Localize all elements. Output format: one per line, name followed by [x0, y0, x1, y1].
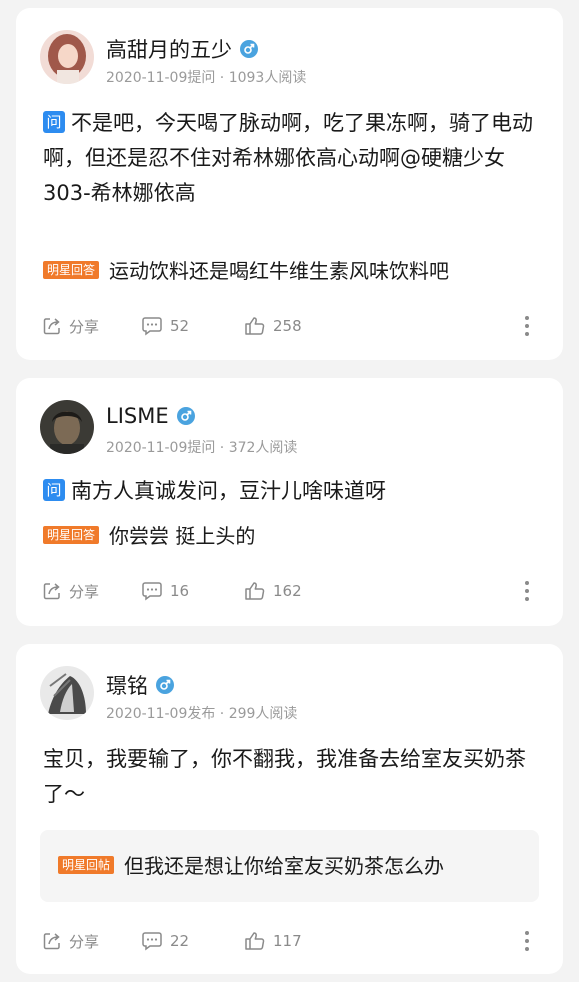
- username[interactable]: 璟铭: [106, 670, 174, 700]
- question-text[interactable]: 问不是吧，今天喝了脉动啊，吃了果冻啊，骑了电动啊，但还是忍不住对希林娜依高心动啊…: [43, 106, 541, 211]
- share-button[interactable]: 分享: [42, 313, 99, 339]
- post-meta: 2020-11-09发布 · 299人阅读: [106, 706, 298, 722]
- post-text[interactable]: 宝贝，我要输了，你不翻我，我准备去给室友买奶茶了～: [43, 742, 541, 812]
- post-meta: 2020-11-09提问 · 372人阅读: [106, 440, 298, 456]
- star-reply-box[interactable]: 明星回帖 但我还是想让你给室友买奶茶怎么办: [40, 830, 539, 902]
- star-answer[interactable]: 明星回答 你尝尝 挺上头的: [43, 521, 541, 551]
- username-text[interactable]: LISME: [106, 404, 169, 428]
- share-label: 分享: [69, 317, 100, 336]
- comment-icon: [142, 932, 162, 951]
- comment-count: 52: [170, 317, 190, 335]
- more-icon: [525, 581, 529, 601]
- comment-icon: [142, 582, 162, 601]
- like-icon: [245, 317, 265, 335]
- share-label: 分享: [69, 932, 100, 951]
- username[interactable]: 高甜月的五少: [106, 34, 258, 64]
- more-button[interactable]: [524, 928, 537, 954]
- like-count: 117: [273, 932, 302, 950]
- share-button[interactable]: 分享: [42, 578, 99, 604]
- username[interactable]: LISME: [106, 404, 195, 428]
- star-answer[interactable]: 明星回答 运动饮料还是喝红牛维生素风味饮料吧: [43, 256, 541, 286]
- like-icon: [245, 582, 265, 600]
- star-answer-badge: 明星回答: [43, 526, 100, 544]
- post-meta: 2020-11-09提问 · 1093人阅读: [106, 70, 307, 86]
- like-icon: [245, 932, 265, 950]
- more-icon: [525, 931, 529, 951]
- male-icon: [240, 40, 258, 58]
- share-icon: [43, 933, 60, 950]
- more-button[interactable]: [524, 578, 537, 604]
- male-icon: [176, 407, 195, 425]
- comment-button[interactable]: 52: [141, 313, 189, 339]
- star-answer-badge: 明星回答: [43, 261, 100, 279]
- star-reply: 明星回帖 但我还是想让你给室友买奶茶怎么办: [58, 851, 517, 881]
- avatar[interactable]: [40, 30, 94, 84]
- post-card[interactable]: LISME 2020-11-09提问 · 372人阅读 问南方人真诚发问，豆汁儿…: [16, 378, 563, 626]
- comment-count: 22: [170, 932, 190, 950]
- avatar[interactable]: [40, 666, 94, 720]
- share-icon: [43, 318, 60, 335]
- avatar[interactable]: [40, 400, 94, 454]
- action-bar: 分享 52 258: [16, 313, 563, 339]
- comment-icon: [142, 317, 162, 336]
- question-badge: 问: [43, 111, 65, 133]
- username-text[interactable]: 高甜月的五少: [106, 34, 232, 64]
- question-body: 不是吧，今天喝了脉动啊，吃了果冻啊，骑了电动啊，但还是忍不住对希林娜依高心动啊@…: [43, 111, 533, 205]
- like-count: 162: [273, 582, 302, 600]
- more-button[interactable]: [524, 313, 537, 339]
- more-icon: [525, 316, 529, 336]
- action-bar: 分享 22 117: [16, 928, 563, 954]
- question-body: 南方人真诚发问，豆汁儿啥味道呀: [71, 479, 386, 503]
- comment-count: 16: [170, 582, 190, 600]
- like-button[interactable]: 162: [244, 578, 302, 604]
- male-icon: [156, 676, 174, 694]
- share-icon: [43, 583, 60, 600]
- answer-body: 你尝尝 挺上头的: [109, 524, 256, 548]
- username-text[interactable]: 璟铭: [106, 670, 148, 700]
- comment-button[interactable]: 16: [141, 578, 189, 604]
- answer-body: 运动饮料还是喝红牛维生素风味饮料吧: [109, 259, 450, 283]
- post-card[interactable]: 璟铭 2020-11-09发布 · 299人阅读 宝贝，我要输了，你不翻我，我准…: [16, 644, 563, 974]
- like-button[interactable]: 258: [244, 313, 302, 339]
- action-bar: 分享 16 162: [16, 578, 563, 604]
- share-label: 分享: [69, 582, 100, 601]
- like-button[interactable]: 117: [244, 928, 302, 954]
- comment-button[interactable]: 22: [141, 928, 189, 954]
- share-button[interactable]: 分享: [42, 928, 99, 954]
- reply-body: 但我还是想让你给室友买奶茶怎么办: [124, 854, 445, 878]
- like-count: 258: [273, 317, 302, 335]
- post-card[interactable]: 高甜月的五少 2020-11-09提问 · 1093人阅读 问不是吧，今天喝了脉…: [16, 8, 563, 360]
- question-badge: 问: [43, 479, 65, 501]
- question-text[interactable]: 问南方人真诚发问，豆汁儿啥味道呀: [43, 474, 541, 509]
- star-reply-badge: 明星回帖: [58, 856, 115, 874]
